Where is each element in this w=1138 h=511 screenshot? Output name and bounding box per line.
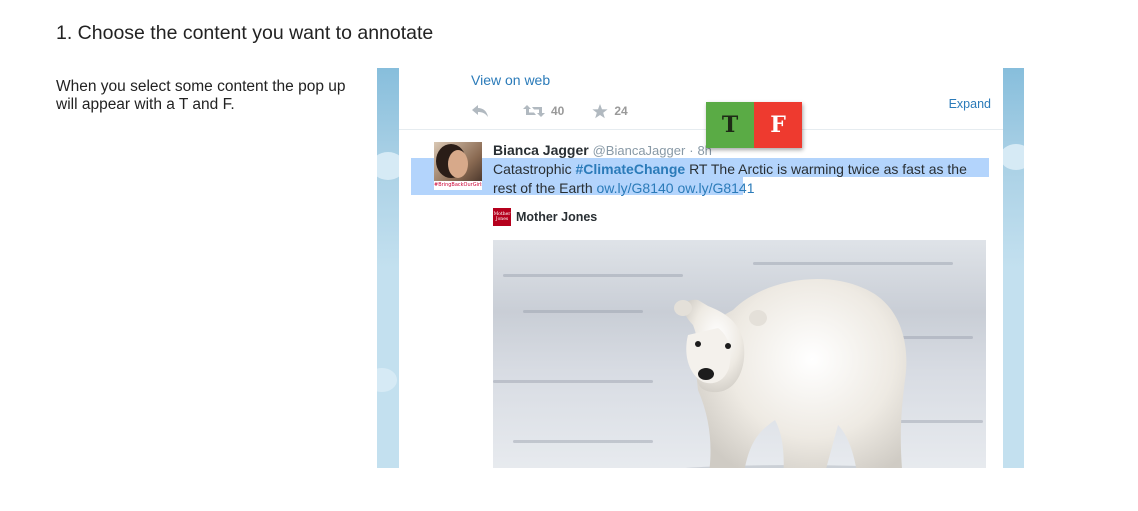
retweet-icon bbox=[523, 105, 545, 117]
favorite-button[interactable]: 24 bbox=[592, 103, 628, 119]
publisher-name: Mother Jones bbox=[516, 210, 598, 224]
star-icon bbox=[592, 103, 608, 118]
favorite-count: 24 bbox=[614, 104, 628, 118]
background-right bbox=[1003, 68, 1024, 468]
cloud-decoration bbox=[1000, 144, 1024, 170]
divider bbox=[399, 129, 1003, 130]
mother-jones-logo: Mother Jones bbox=[493, 208, 511, 226]
expand-link[interactable]: Expand bbox=[949, 97, 991, 111]
reply-icon bbox=[472, 105, 488, 117]
view-on-web-link[interactable]: View on web bbox=[471, 72, 550, 88]
annotation-popup: T F bbox=[706, 102, 802, 148]
polar-bear-image[interactable] bbox=[493, 240, 986, 468]
publisher-attribution[interactable]: Mother Jones Mother Jones bbox=[493, 208, 597, 226]
polar-bear-icon bbox=[674, 279, 907, 468]
tweet-link-1[interactable]: ow.ly/G8140 bbox=[597, 180, 674, 196]
step-title: 1. Choose the content you want to annota… bbox=[56, 22, 434, 44]
background-left bbox=[377, 68, 399, 468]
tweet-card: View on web 40 24 Expand #BringBackOurGi… bbox=[399, 68, 1003, 468]
tweet-actions: 40 24 bbox=[471, 101, 656, 121]
reply-button[interactable] bbox=[471, 104, 495, 118]
tweet-text-prefix: Catastrophic bbox=[493, 161, 576, 177]
author-handle[interactable]: @BiancaJagger bbox=[593, 143, 686, 158]
true-button[interactable]: T bbox=[706, 102, 754, 148]
tweet-author: Bianca Jagger @BiancaJagger · 8h bbox=[493, 142, 712, 158]
author-name[interactable]: Bianca Jagger bbox=[493, 142, 589, 158]
tweet-screenshot: View on web 40 24 Expand #BringBackOurGi… bbox=[377, 68, 1024, 468]
instructions-text: When you select some content the pop up … bbox=[56, 78, 346, 113]
timestamp-separator: · bbox=[689, 143, 694, 158]
retweet-button[interactable]: 40 bbox=[523, 104, 564, 118]
tweet-link-2[interactable]: ow.ly/G8141 bbox=[677, 180, 754, 196]
avatar[interactable]: #BringBackOurGirls bbox=[434, 142, 482, 190]
tweet-text: Catastrophic #ClimateChange RT The Arcti… bbox=[493, 160, 993, 198]
avatar-caption: #BringBackOurGirls bbox=[434, 181, 482, 190]
hashtag-link[interactable]: #ClimateChange bbox=[575, 161, 685, 177]
retweet-count: 40 bbox=[551, 104, 565, 118]
false-button[interactable]: F bbox=[754, 102, 802, 148]
